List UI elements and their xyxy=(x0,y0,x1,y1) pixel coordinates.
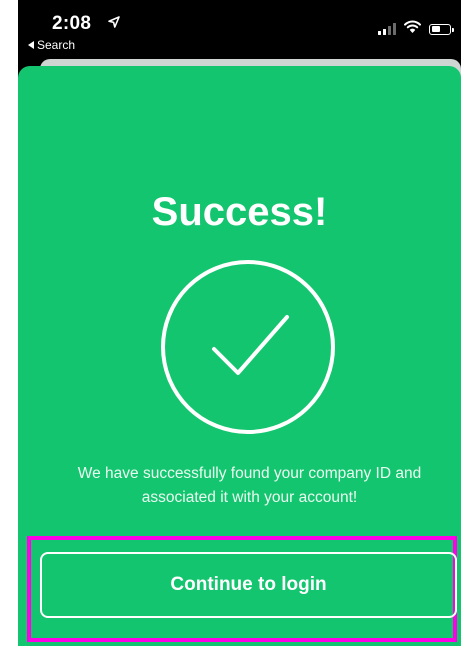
back-to-search-link[interactable]: Search xyxy=(28,38,75,52)
success-message: We have successfully found your company … xyxy=(38,462,461,510)
wifi-icon xyxy=(404,20,421,38)
phone-screen: 2:08 Search Success! We have successfull… xyxy=(18,0,461,646)
back-arrow-icon xyxy=(28,41,34,49)
cellular-signal-icon xyxy=(378,23,396,35)
checkmark-circle-icon xyxy=(160,259,336,440)
back-search-label: Search xyxy=(37,38,76,52)
status-indicators xyxy=(378,20,454,38)
continue-to-login-button[interactable]: Continue to login xyxy=(40,552,457,618)
success-message-line-1: We have successfully found your company … xyxy=(77,465,422,482)
success-sheet: Success! We have successfully found your… xyxy=(18,66,461,646)
location-arrow-icon xyxy=(108,15,120,33)
status-bar: 2:08 Search xyxy=(18,0,461,56)
status-time: 2:08 xyxy=(52,13,92,34)
success-title: Success! xyxy=(151,190,328,234)
battery-icon xyxy=(429,23,454,35)
success-message-line-2: associated it with your account! xyxy=(141,489,358,506)
